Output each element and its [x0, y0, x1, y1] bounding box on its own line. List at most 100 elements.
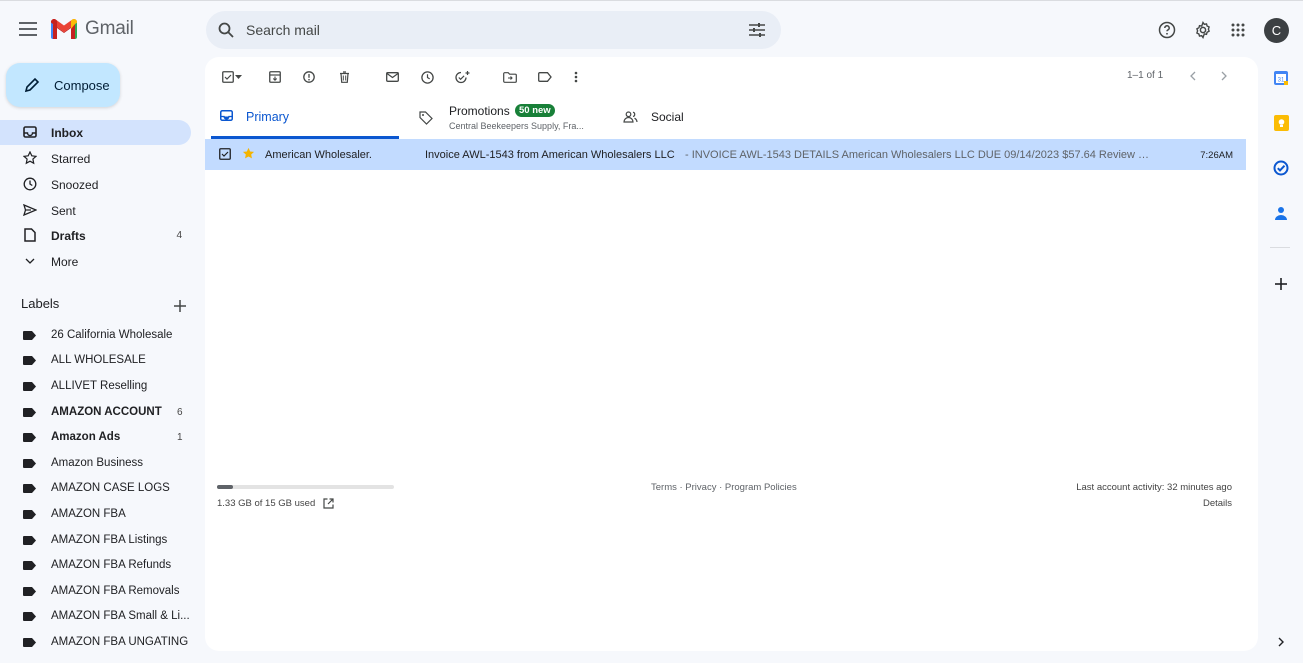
send-icon: [21, 201, 39, 219]
nav-item-sent[interactable]: Sent: [0, 198, 191, 223]
label-name: ALL WHOLESALE: [51, 354, 146, 366]
label-item[interactable]: AMAZON FBA Small & Li...: [0, 604, 200, 629]
select-dropdown[interactable]: [232, 67, 244, 87]
search-input[interactable]: [246, 22, 726, 38]
gear-icon: [1196, 21, 1210, 39]
label-tag-icon: [23, 561, 36, 570]
show-side-panel-button[interactable]: [1272, 633, 1290, 651]
move-to-button[interactable]: [500, 67, 520, 87]
inbox-icon: [220, 110, 233, 121]
contacts-app-button[interactable]: [1272, 204, 1290, 222]
label-count: 6: [177, 407, 183, 418]
labels-heading: Labels: [21, 296, 60, 311]
search-options-icon[interactable]: [747, 20, 767, 40]
email-row[interactable]: American Wholesaler. Invoice AWL-1543 fr…: [205, 139, 1246, 170]
storage-info: 1.33 GB of 15 GB used: [217, 498, 334, 509]
nav-label: Snoozed: [51, 178, 99, 192]
nav-item-inbox[interactable]: Inbox: [0, 120, 191, 145]
svg-text:31: 31: [1278, 78, 1285, 84]
settings-button[interactable]: [1193, 20, 1213, 40]
storage-bar: [217, 485, 394, 489]
add-task-icon: [454, 70, 469, 83]
compose-button[interactable]: Compose: [6, 63, 120, 107]
nav-label: Sent: [51, 204, 76, 218]
snooze-button[interactable]: [417, 67, 437, 87]
label-name: AMAZON FBA UNGATING: [51, 636, 189, 648]
tab-label: Social: [651, 110, 684, 124]
apps-grid-icon: [1231, 23, 1245, 37]
label-item[interactable]: AMAZON ACCOUNT 6: [0, 400, 200, 425]
main-menu-button[interactable]: [16, 17, 40, 41]
hamburger-icon: [19, 22, 37, 36]
delete-button[interactable]: [334, 67, 354, 87]
prev-page-button[interactable]: [1183, 66, 1203, 86]
email-sender: American Wholesaler.: [265, 149, 372, 161]
nav-item-starred[interactable]: Starred: [0, 146, 191, 171]
add-to-tasks-button[interactable]: [452, 67, 472, 87]
label-item[interactable]: ALLIVET Reselling: [0, 374, 200, 399]
tasks-app-button[interactable]: [1272, 159, 1290, 177]
nav-label: More: [51, 255, 79, 269]
archive-icon: [269, 71, 281, 83]
account-avatar[interactable]: C: [1264, 18, 1289, 43]
gmail-logo-text: Gmail: [85, 18, 134, 39]
label-tag-icon: [23, 484, 36, 493]
label-item[interactable]: Amazon Ads 1: [0, 425, 200, 450]
clock-icon: [21, 175, 39, 193]
label-item[interactable]: AMAZON FBA: [0, 502, 200, 527]
nav-item-drafts[interactable]: Drafts 4: [0, 223, 191, 248]
search-bar[interactable]: [206, 11, 781, 49]
chevron-right-icon: [1221, 71, 1227, 81]
email-time: 7:26AM: [1200, 150, 1233, 161]
details-link[interactable]: Details: [1203, 498, 1232, 509]
nav-item-more[interactable]: More: [0, 249, 191, 274]
label-item[interactable]: ALL WHOLESALE: [0, 348, 200, 373]
nav-label: Inbox: [51, 126, 83, 140]
gmail-logo[interactable]: Gmail: [51, 18, 134, 40]
label-item[interactable]: 26 California Wholesale: [0, 323, 200, 348]
archive-button[interactable]: [265, 67, 285, 87]
nav-item-snoozed[interactable]: Snoozed: [0, 172, 191, 197]
caret-down-icon: [234, 75, 242, 79]
more-actions-button[interactable]: [566, 67, 586, 87]
footer-links[interactable]: Terms · Privacy · Program Policies: [651, 482, 797, 493]
star-outline-icon: [21, 149, 39, 167]
label-name: AMAZON CASE LOGS: [51, 482, 170, 494]
label-tag-icon: [23, 356, 36, 365]
help-button[interactable]: [1157, 20, 1177, 40]
tab-subtitle: Central Beekeepers Supply, Fra...: [449, 121, 584, 131]
get-addons-button[interactable]: [1272, 275, 1290, 293]
report-spam-button[interactable]: [299, 67, 319, 87]
label-item[interactable]: Amazon Business: [0, 451, 200, 476]
star-icon[interactable]: [242, 147, 255, 160]
search-icon[interactable]: [216, 20, 236, 40]
clock-icon: [420, 70, 434, 84]
next-page-button[interactable]: [1214, 66, 1234, 86]
label-item[interactable]: AMAZON FBA Removals: [0, 579, 200, 604]
email-snippet: - INVOICE AWL-1543 DETAILS American Whol…: [685, 149, 1155, 161]
row-checkbox[interactable]: [219, 148, 231, 160]
labels-button[interactable]: [535, 67, 555, 87]
plus-icon: [1275, 278, 1287, 290]
mark-unread-button[interactable]: [382, 67, 402, 87]
side-panel-divider: [1270, 247, 1290, 248]
open-in-new-icon[interactable]: [323, 498, 334, 509]
label-item[interactable]: AMAZON FBA UNGATING: [0, 630, 200, 655]
keep-app-button[interactable]: [1272, 114, 1290, 132]
google-apps-button[interactable]: [1228, 20, 1248, 40]
add-label-button[interactable]: [170, 296, 190, 316]
people-icon: [623, 111, 638, 123]
tab-social[interactable]: Social: [621, 99, 809, 139]
gmail-m-icon: [51, 19, 77, 39]
calendar-app-button[interactable]: 31: [1272, 69, 1290, 87]
label-item[interactable]: AMAZON CASE LOGS: [0, 476, 200, 501]
nav-label: Drafts: [51, 229, 86, 243]
new-count-badge: 50 new: [515, 104, 555, 117]
nav-label: Starred: [51, 152, 91, 166]
label-item[interactable]: AMAZON FBA Listings: [0, 528, 200, 553]
tab-primary[interactable]: Primary: [211, 99, 399, 139]
label-outline-icon: [538, 72, 552, 82]
tab-promotions[interactable]: Promotions 50 new Central Beekeepers Sup…: [415, 99, 605, 139]
label-item[interactable]: AMAZON FBA Refunds: [0, 553, 200, 578]
storage-text: 1.33 GB of 15 GB used: [217, 498, 316, 509]
